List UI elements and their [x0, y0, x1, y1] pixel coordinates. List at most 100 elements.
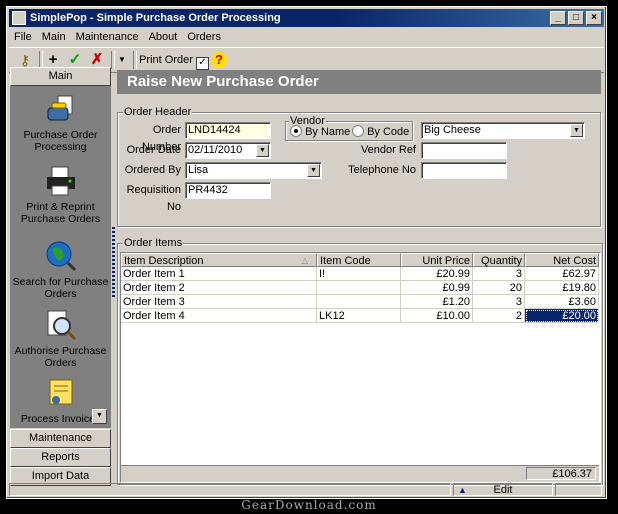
- ordered-by-label: Ordered By: [124, 164, 181, 176]
- sidebar-item-purchase-order-processing[interactable]: Purchase Order Processing: [10, 92, 111, 153]
- order-items-grid[interactable]: Item Description △ Item Code Unit Price Q…: [120, 252, 601, 483]
- cell-quantity[interactable]: 2: [473, 309, 525, 323]
- globe-search-icon: [44, 239, 78, 273]
- order-date-value: 02/11/2010: [188, 144, 243, 156]
- cell-unit-price[interactable]: £0.99: [401, 281, 473, 295]
- order-items-group: Order Items Item Description △ Item Code …: [117, 237, 603, 485]
- cell-quantity[interactable]: 3: [473, 295, 525, 309]
- cell-net-cost[interactable]: £19.80: [525, 281, 599, 295]
- maximize-button[interactable]: □: [568, 11, 584, 25]
- sidebar-item-label: Print & Reprint Purchase Orders: [20, 201, 101, 225]
- vendor-select[interactable]: Big Cheese ▼: [421, 122, 585, 139]
- status-mode: Edit: [493, 484, 513, 496]
- order-date-picker[interactable]: 02/11/2010 ▼: [185, 142, 271, 159]
- ordered-by-select[interactable]: Lisa ▼: [185, 162, 322, 179]
- vendor-ref-label: Vendor Ref: [360, 144, 416, 156]
- order-number-field[interactable]: LND14424: [185, 122, 271, 139]
- status-panel-mode: ▲ Edit: [453, 483, 553, 496]
- column-header-item-code[interactable]: Item Code: [317, 253, 401, 267]
- invoice-icon: [44, 376, 78, 410]
- help-icon[interactable]: ?: [211, 52, 227, 68]
- cell-item-code[interactable]: I!: [317, 267, 401, 281]
- application-window: SimplePop - Simple Purchase Order Proces…: [6, 6, 607, 499]
- sidebar-main-panel: Purchase Order Processing Print & Reprin…: [10, 86, 111, 428]
- sort-asc-icon: △: [301, 256, 308, 265]
- phone-order-icon: [44, 92, 78, 126]
- sidebar-item-search-purchase-orders[interactable]: Search for Purchase Orders: [10, 239, 111, 300]
- menu-orders[interactable]: Orders: [182, 28, 226, 46]
- chevron-down-icon[interactable]: ▼: [307, 164, 320, 177]
- title-bar[interactable]: SimplePop - Simple Purchase Order Proces…: [9, 9, 604, 27]
- sidebar: Main Purchase Order Processing Print & R…: [10, 67, 111, 487]
- app-icon: [12, 11, 26, 25]
- sidebar-item-label: Search for Purchase Orders: [12, 276, 109, 300]
- cell-unit-price[interactable]: £10.00: [401, 309, 473, 323]
- order-date-label: Order Date: [126, 144, 181, 156]
- radio-checked-icon: [290, 125, 302, 137]
- cell-net-cost[interactable]: £3.60: [525, 295, 599, 309]
- requisition-field[interactable]: PR4432: [185, 182, 271, 199]
- sidebar-item-print-reprint[interactable]: Print & Reprint Purchase Orders: [10, 164, 111, 225]
- splitter-handle[interactable]: [112, 227, 115, 297]
- main-panel: Raise New Purchase Order Order Header Or…: [117, 67, 604, 487]
- ordered-by-value: Lisa: [188, 164, 209, 176]
- sidebar-scroll-down-button[interactable]: ▼: [92, 409, 107, 424]
- triangle-up-icon: ▲: [458, 485, 467, 495]
- sidebar-section-maintenance[interactable]: Maintenance: [10, 429, 111, 448]
- menu-about[interactable]: About: [144, 28, 183, 46]
- cell-net-cost[interactable]: £62.97: [525, 267, 599, 281]
- chevron-down-icon[interactable]: ▼: [570, 124, 583, 137]
- status-panel-main: [9, 483, 451, 496]
- sidebar-item-authorise-purchase-orders[interactable]: Authorise Purchase Orders: [10, 308, 111, 369]
- cell-net-cost-selected[interactable]: £20.00: [525, 309, 599, 323]
- cell-item-description[interactable]: Order Item 3: [121, 295, 317, 309]
- cell-item-description[interactable]: Order Item 1: [121, 267, 317, 281]
- cell-item-code[interactable]: [317, 281, 401, 295]
- page-title: Raise New Purchase Order: [117, 70, 601, 94]
- menu-main[interactable]: Main: [37, 28, 71, 46]
- radio-unchecked-icon: [352, 125, 364, 137]
- magnifier-document-icon: [44, 308, 78, 342]
- vendor-value: Big Cheese: [424, 124, 481, 136]
- window-title: SimplePop - Simple Purchase Order Proces…: [30, 12, 281, 24]
- sidebar-section-reports[interactable]: Reports: [10, 448, 111, 467]
- watermark-text: GearDownload.com: [241, 498, 377, 512]
- grid-footer: £106.37: [121, 465, 599, 482]
- cell-unit-price[interactable]: £1.20: [401, 295, 473, 309]
- order-items-legend: Order Items: [123, 237, 184, 249]
- by-code-radio[interactable]: By Code: [352, 125, 409, 138]
- order-header-group: Order Header Order Number LND14424 Order…: [117, 106, 601, 227]
- chevron-down-icon[interactable]: ▼: [256, 144, 269, 157]
- print-order-label: Print Order: [139, 54, 193, 66]
- cell-quantity[interactable]: 20: [473, 281, 525, 295]
- menu-file[interactable]: File: [9, 28, 37, 46]
- status-bar: ▲ Edit: [9, 483, 604, 496]
- sidebar-main-header[interactable]: Main: [10, 67, 111, 86]
- cell-item-description[interactable]: Order Item 4: [121, 309, 317, 323]
- column-header-quantity[interactable]: Quantity: [473, 253, 525, 267]
- printer-icon: [44, 164, 78, 198]
- cell-quantity[interactable]: 3: [473, 267, 525, 281]
- cell-item-code[interactable]: [317, 295, 401, 309]
- cell-item-code[interactable]: LK12: [317, 309, 401, 323]
- toolbar-separator: [111, 51, 115, 69]
- cell-unit-price[interactable]: £20.99: [401, 267, 473, 281]
- telephone-label: Telephone No: [348, 164, 416, 176]
- column-header-label: Item Description: [124, 255, 204, 267]
- close-button[interactable]: ×: [586, 11, 602, 25]
- minimize-button[interactable]: _: [550, 11, 566, 25]
- column-header-net-cost[interactable]: Net Cost: [525, 253, 599, 267]
- by-name-label: By Name: [305, 126, 351, 138]
- by-code-label: By Code: [367, 126, 410, 138]
- order-header-legend: Order Header: [123, 106, 193, 118]
- telephone-field[interactable]: [421, 162, 507, 179]
- vendor-ref-field[interactable]: [421, 142, 507, 159]
- column-header-unit-price[interactable]: Unit Price: [401, 253, 473, 267]
- requisition-label: Requisition No: [126, 184, 181, 213]
- sidebar-item-label: Authorise Purchase Orders: [14, 345, 107, 369]
- column-header-item-description[interactable]: Item Description △: [121, 253, 317, 267]
- cell-item-description[interactable]: Order Item 2: [121, 281, 317, 295]
- menu-maintenance[interactable]: Maintenance: [71, 28, 144, 46]
- status-panel-extra: [555, 483, 602, 496]
- by-name-radio[interactable]: By Name: [290, 125, 350, 138]
